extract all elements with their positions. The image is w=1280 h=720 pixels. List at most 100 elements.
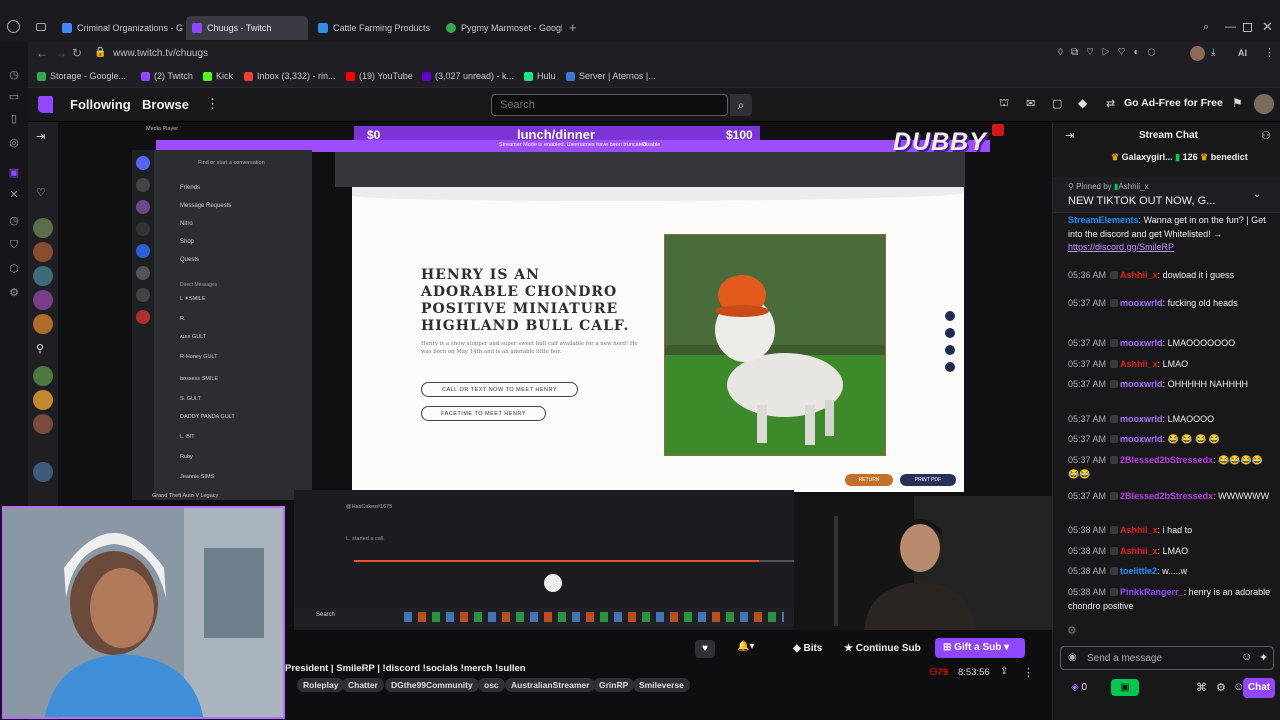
bookmark-youtube[interactable]: (19) YouTube	[346, 71, 413, 81]
emote-icon[interactable]: ☺	[1241, 651, 1252, 663]
chat-username[interactable]: Ashhii_x	[1120, 359, 1158, 369]
chat-username[interactable]: Ashhii_x	[1120, 525, 1158, 535]
chat-username[interactable]: 2Blessed2bStressedx	[1120, 491, 1213, 501]
maximize-icon[interactable]	[1243, 23, 1252, 32]
inbox-icon[interactable]: ✉	[1026, 97, 1035, 110]
x-icon[interactable]: ✕	[7, 188, 21, 202]
twitch-side-icon[interactable]: ▣	[7, 166, 21, 180]
channel-avatar[interactable]	[33, 414, 53, 434]
more-icon[interactable]: ⋮	[1264, 46, 1275, 59]
share-icon[interactable]: ⇪	[1000, 666, 1008, 677]
channel-avatar[interactable]	[33, 314, 53, 334]
rewards-icon[interactable]: ⌘	[1196, 681, 1207, 694]
notifications-icon[interactable]: 🔔▾	[737, 641, 754, 652]
tag-osc[interactable]: osc	[478, 678, 505, 692]
chat-username[interactable]: mooxwrld	[1120, 338, 1163, 348]
shield-icon[interactable]: ⛉	[7, 238, 21, 252]
wallet-icon[interactable]: ▭	[7, 90, 21, 104]
whispers-icon[interactable]: ▢	[1052, 97, 1062, 110]
tab-manager-icon[interactable]	[36, 23, 46, 31]
plugins-icon[interactable]: ⬡	[7, 262, 21, 276]
close-window-icon[interactable]: ✕	[1262, 19, 1273, 35]
tab-cattle-farming[interactable]: Cattle Farming Products	[312, 16, 436, 40]
pinned-message[interactable]: ⚲ Pinned by ▮Ashhii_x NEW TIKTOK OUT NOW…	[1053, 177, 1280, 213]
bookmark-storage[interactable]: Storage - Google...	[37, 71, 126, 81]
channel-avatar[interactable]	[33, 366, 53, 386]
history-icon[interactable]: ◷	[7, 68, 21, 82]
chat-username[interactable]: StreamElements	[1068, 215, 1139, 225]
bookmark-hulu[interactable]: Hulu	[524, 71, 556, 81]
hype-icon[interactable]: ✦	[1259, 651, 1268, 664]
reload-icon[interactable]: ↻	[72, 46, 82, 60]
chat-settings-icon[interactable]: ⚙	[1216, 681, 1226, 694]
tab-criminal-organizations[interactable]: Criminal Organizations - G	[56, 16, 184, 40]
expand-sidebar-icon[interactable]: ⇥	[36, 130, 45, 143]
tab-chuugs-twitch[interactable]: Chuugs - Twitch	[186, 16, 308, 40]
chat-username[interactable]: mooxwrld	[1120, 298, 1163, 308]
chat-username[interactable]: mooxwrld	[1120, 379, 1163, 389]
bookmark-twitch[interactable]: (2) Twitch	[141, 71, 193, 81]
search-input[interactable]	[491, 94, 728, 116]
chat-username[interactable]: Ashhii_x	[1120, 270, 1158, 280]
bookmark-inbox[interactable]: Inbox (3,332) - rin...	[244, 71, 336, 81]
channel-avatar[interactable]	[33, 390, 53, 410]
chat-username[interactable]: Ashhii_x	[1120, 546, 1158, 556]
tag-chatter[interactable]: Chatter	[342, 678, 384, 692]
drops-icon[interactable]: ◆	[1078, 96, 1087, 110]
channel-avatar[interactable]	[33, 242, 53, 262]
chat-button[interactable]: Chat	[1243, 678, 1275, 698]
collapse-chat-icon[interactable]: ⇥	[1065, 129, 1074, 142]
tag-grinrp[interactable]: GrinRP	[593, 678, 635, 692]
follow-heart-icon[interactable]: ♥	[695, 640, 715, 658]
new-tab-icon[interactable]: +	[569, 20, 577, 35]
channel-avatar[interactable]	[33, 290, 53, 310]
bookmark-yahoo[interactable]: (3,027 unread) - k...	[422, 71, 514, 81]
bits-button[interactable]: ◆ Bits	[785, 640, 830, 658]
tab-pygmy-marmoset[interactable]: Pygmy Marmoset - Googl	[440, 16, 562, 40]
tag-roleplay[interactable]: Roleplay	[297, 678, 345, 692]
chat-username[interactable]: mooxwrld	[1120, 414, 1163, 424]
go-ad-free-button[interactable]: Go Ad-Free for Free	[1124, 97, 1223, 109]
twitch-logo-icon[interactable]	[38, 96, 53, 113]
chat-username[interactable]: 2Blessed2bStressedx	[1120, 455, 1213, 465]
chat-settings-gear-icon[interactable]: ⚙	[1067, 624, 1077, 637]
bookmark-kick[interactable]: Kick	[203, 71, 233, 81]
nav-following[interactable]: Following	[70, 97, 131, 112]
channel-avatar[interactable]	[33, 462, 53, 482]
chat-username[interactable]: PinkkRangerr_	[1120, 587, 1184, 597]
bookmark-icon[interactable]: ▯	[7, 112, 21, 126]
channel-avatar[interactable]	[33, 266, 53, 286]
profile-avatar[interactable]	[1190, 46, 1205, 61]
nav-browse[interactable]: Browse	[142, 97, 189, 112]
continue-sub-button[interactable]: ★ Continue Sub	[840, 640, 925, 658]
crown-icon[interactable]: ⛫	[999, 97, 1009, 111]
chevron-down-icon[interactable]: ⌄	[1253, 189, 1261, 200]
chat-username[interactable]: mooxwrld	[1120, 434, 1163, 444]
users-icon[interactable]: ⚇	[1261, 129, 1271, 142]
chat-username[interactable]: toelittle2	[1120, 566, 1157, 576]
turbo-icon[interactable]: ⚑	[1232, 96, 1243, 110]
user-avatar[interactable]	[1254, 94, 1274, 114]
search-tabs-icon[interactable]: ⌕	[1203, 21, 1209, 34]
search-icon[interactable]: ⌕	[730, 94, 752, 116]
tag-smileverse[interactable]: Smileverse	[633, 678, 690, 692]
disable-link[interactable]: Disable	[642, 142, 660, 148]
forward-icon[interactable]: →	[55, 46, 67, 60]
bonus-points-button[interactable]: ▣	[1111, 679, 1139, 696]
tag-australianstreamer[interactable]: AustralianStreamer	[505, 678, 596, 692]
minimize-icon[interactable]: —	[1225, 21, 1236, 33]
bookmark-aternos[interactable]: Server | Aternos |...	[566, 71, 656, 81]
downloads-icon[interactable]: ⤓	[1211, 47, 1215, 58]
gift-sub-button[interactable]: ⊞ Gift a Sub ▾	[935, 638, 1025, 658]
site-info-icon[interactable]: 🔒	[94, 47, 106, 58]
tag-dgthe99community[interactable]: DGthe99Community	[385, 678, 479, 692]
url-text[interactable]: www.twitch.tv/chuugs	[113, 48, 208, 59]
channel-avatar[interactable]	[33, 218, 53, 238]
ai-icon[interactable]: AI	[1238, 48, 1247, 58]
messenger-icon[interactable]: ◎	[7, 136, 21, 150]
chat-input[interactable]: ◉ Send a message ☺ ✦	[1060, 646, 1274, 670]
chat-link[interactable]: https://discord.gg/SmileRP	[1068, 242, 1174, 252]
back-icon[interactable]: ←	[36, 46, 48, 60]
settings-icon[interactable]: ⚙	[7, 286, 21, 300]
extension-icons[interactable]: ◊⧉♡▷♡◐⬡	[1058, 47, 1164, 58]
